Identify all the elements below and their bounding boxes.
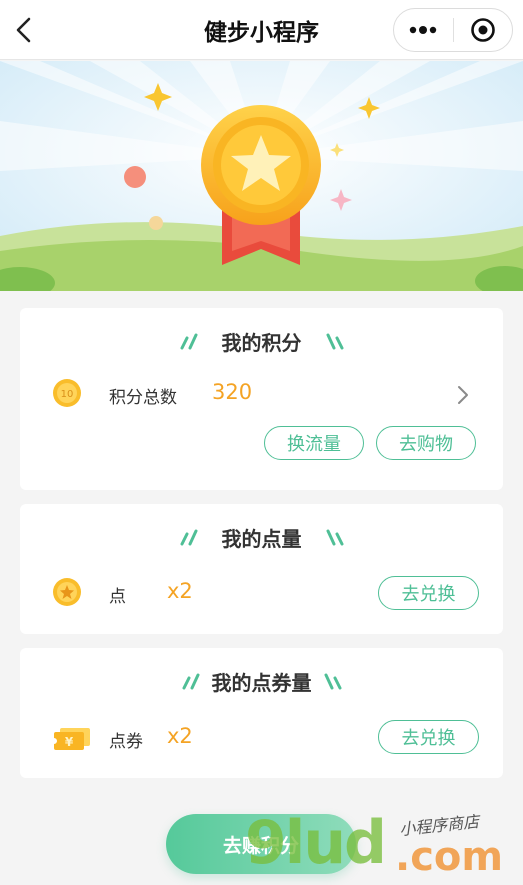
right-slash-decoration	[326, 529, 343, 546]
vouchers-card: 我的点券量 ¥ 点券 x2 去兑换	[20, 648, 503, 778]
coin-value-text: 10	[61, 389, 74, 400]
more-dots-icon	[410, 26, 437, 34]
close-mini-program-button[interactable]	[454, 9, 513, 51]
exchange-data-button[interactable]: 换流量	[264, 426, 364, 460]
left-slash-decoration	[182, 673, 199, 690]
redeem-vouchers-button[interactable]: 去兑换	[378, 720, 479, 754]
voucher-symbol-text: ¥	[65, 735, 74, 749]
points-total-value: 320	[212, 380, 253, 404]
vouchers-card-header: 我的点券量	[20, 666, 503, 696]
dots-card-header: 我的点量	[20, 522, 503, 552]
right-slash-decoration	[326, 333, 343, 350]
watermark-brand: 9lud	[245, 808, 387, 878]
points-card: 我的积分 10 积分总数 320 换流量 去购物	[20, 308, 503, 490]
right-slash-decoration	[324, 673, 341, 690]
banner-illustration	[0, 61, 523, 291]
mini-program-capsule	[393, 8, 513, 52]
vouchers-card-title: 我的点券量	[211, 670, 312, 695]
points-total-label: 积分总数	[109, 388, 177, 408]
points-card-header: 我的积分	[20, 326, 503, 356]
medal-banner	[0, 61, 523, 291]
target-circle-icon	[470, 18, 495, 42]
more-menu-button[interactable]	[394, 9, 453, 51]
redeem-dots-button[interactable]: 去兑换	[378, 576, 479, 610]
watermark: 9lud .com 小程序商店	[245, 810, 523, 885]
chevron-right-icon	[458, 386, 468, 404]
star-coin-icon	[53, 578, 81, 606]
vouchers-value: x2	[167, 724, 193, 748]
voucher-ticket-icon: ¥	[52, 728, 90, 750]
vouchers-label: 点券	[109, 732, 143, 752]
watermark-domain: .com	[395, 834, 504, 880]
left-slash-decoration	[180, 333, 197, 350]
dots-card: 我的点量 点 x2 去兑换	[20, 504, 503, 634]
points-coin-icon: 10	[53, 379, 81, 407]
go-shopping-button[interactable]: 去购物	[376, 426, 476, 460]
dots-value: x2	[167, 579, 193, 603]
points-card-title: 我的积分	[221, 330, 302, 355]
left-slash-decoration	[180, 529, 197, 546]
navigation-bar: 健步小程序	[0, 0, 523, 60]
points-detail-button[interactable]	[448, 380, 478, 410]
dots-label: 点	[109, 587, 126, 607]
dots-card-title: 我的点量	[221, 526, 302, 551]
